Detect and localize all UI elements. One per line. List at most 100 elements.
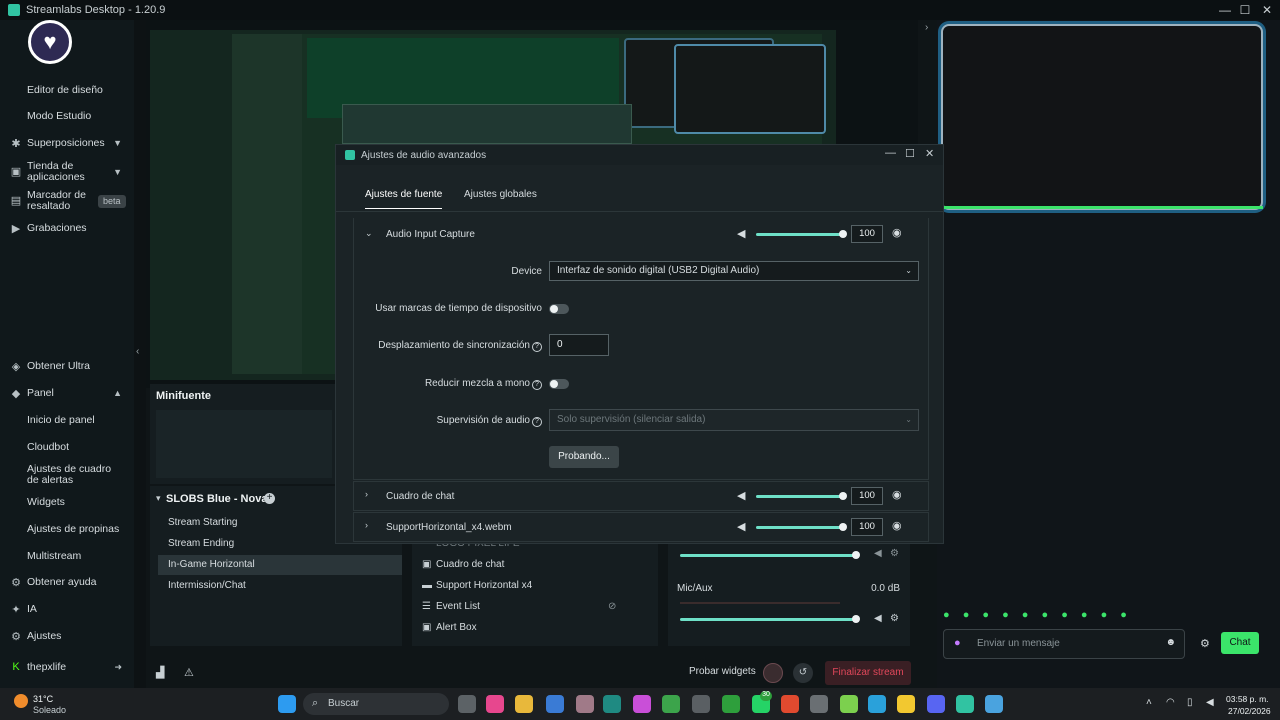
emote-bar[interactable]: ● ● ● ● ● ● ● ● ● ●	[943, 609, 1133, 623]
scene-item-active[interactable]: In-Game Horizontal	[158, 555, 402, 575]
replay-icon[interactable]: ↺	[793, 663, 813, 683]
help-icon[interactable]: ?	[532, 417, 542, 427]
app-icon[interactable]	[603, 695, 621, 713]
minimize-icon[interactable]: —	[1214, 0, 1236, 20]
task-view-icon[interactable]	[458, 695, 476, 713]
minimize-icon[interactable]: —	[885, 147, 896, 159]
xbox-icon[interactable]	[722, 695, 740, 713]
chrome-icon[interactable]	[662, 695, 680, 713]
discord-icon[interactable]	[927, 695, 945, 713]
mixer-slider-knob[interactable]	[852, 551, 860, 559]
sidebar-item-widgets[interactable]: Widgets	[0, 492, 134, 512]
windows-start-icon[interactable]	[278, 695, 296, 713]
weather-desc[interactable]: Soleado	[33, 705, 66, 715]
close-icon[interactable]: ✕	[1256, 0, 1278, 20]
gear-icon[interactable]: ⚙	[890, 548, 899, 559]
chevron-down-icon[interactable]: ⌄	[365, 228, 373, 239]
telegram-icon[interactable]	[868, 695, 886, 713]
weather-icon[interactable]	[14, 694, 28, 708]
sidebar-item-studio[interactable]: Modo Estudio	[0, 106, 134, 126]
copilot-icon[interactable]	[486, 695, 504, 713]
mixer-slider-track[interactable]	[680, 554, 856, 557]
volume-slider[interactable]	[756, 233, 842, 236]
sidebar-item-settings[interactable]: ⚙ Ajustes	[0, 626, 134, 646]
volume-input[interactable]: 100	[851, 487, 883, 505]
sidebar-item-highlighter[interactable]: ▤ Marcador de resaltado beta	[0, 189, 134, 213]
emoji-icon[interactable]: ☻	[1165, 637, 1176, 648]
sidebar-item-ultra[interactable]: ◈ Obtener Ultra	[0, 356, 134, 376]
eye-icon[interactable]: ◉	[892, 519, 902, 532]
store-icon[interactable]	[546, 695, 564, 713]
help-icon[interactable]: ?	[532, 342, 542, 352]
source-item[interactable]: ▬ Support Horizontal x4	[422, 576, 532, 596]
eye-icon[interactable]: ◉	[892, 226, 902, 239]
sidebar-item-help[interactable]: ⚙ Obtener ayuda	[0, 572, 134, 592]
sync-offset-input[interactable]: 0	[549, 334, 609, 356]
volume-slider-knob[interactable]	[839, 492, 847, 500]
chevron-down-icon[interactable]: ▾	[156, 493, 161, 504]
obs-icon[interactable]	[810, 695, 828, 713]
mixer-slider-track[interactable]	[680, 618, 856, 621]
maximize-icon[interactable]: ☐	[1234, 0, 1256, 20]
avatar-logo[interactable]: ♥	[28, 20, 72, 64]
volume-input[interactable]: 100	[851, 518, 883, 536]
maximize-icon[interactable]: ☐	[905, 147, 915, 160]
sidebar-item-multistream[interactable]: Multistream	[0, 546, 134, 566]
sidebar-item-dashboard-home[interactable]: Inicio de panel	[0, 410, 134, 430]
source-row[interactable]: › Cuadro de chat ◀ 100 ◉	[353, 481, 929, 511]
sidebar-item-panel[interactable]: ◆ Panel ▲	[0, 383, 134, 403]
hidden-eye-icon[interactable]: ⊘	[608, 601, 616, 612]
speaker-icon[interactable]: ◀	[737, 520, 745, 533]
mic-app-icon[interactable]	[576, 695, 594, 713]
volume-slider[interactable]	[756, 526, 842, 529]
sidebar-item-editor[interactable]: Editor de diseño	[0, 80, 134, 100]
scene-item[interactable]: Intermission/Chat	[158, 576, 402, 596]
chat-input[interactable]: ● Enviar un mensaje ☻	[943, 629, 1185, 659]
chevron-up-icon[interactable]: ˄	[1146, 697, 1152, 708]
warning-icon[interactable]: ⚠	[184, 666, 194, 679]
test-widgets-label[interactable]: Probar widgets	[689, 666, 756, 677]
phone-icon[interactable]: ▯	[1187, 697, 1193, 708]
logout-icon[interactable]: ➜	[114, 662, 122, 673]
add-scene-icon[interactable]: +	[264, 493, 275, 504]
mic-icon[interactable]: ●	[954, 637, 961, 649]
source-item[interactable]: ▣ Cuadro de chat	[422, 555, 504, 575]
file-explorer-icon[interactable]	[515, 695, 533, 713]
photos-icon[interactable]	[985, 695, 1003, 713]
timestamps-toggle[interactable]	[549, 304, 569, 314]
tab-source-settings[interactable]: Ajustes de fuente	[365, 189, 443, 209]
gear-icon[interactable]: ⚙	[1200, 637, 1210, 650]
source-item[interactable]: ▣ Alert Box	[422, 618, 477, 638]
paint-icon[interactable]	[633, 695, 651, 713]
help-icon[interactable]: ?	[532, 380, 542, 390]
volume-input[interactable]: 100	[851, 225, 883, 243]
sidebar-item-ai[interactable]: ✦ IA	[0, 599, 134, 619]
tab-global-settings[interactable]: Ajustes globales	[464, 189, 537, 200]
sidebar-item-cloudbot[interactable]: Cloudbot	[0, 437, 134, 457]
sidebar-item-overlays[interactable]: ✱ Superposiciones ▼	[0, 133, 134, 153]
chat-send-button[interactable]: Chat	[1221, 632, 1259, 654]
clock-date[interactable]: 27/02/2026	[1228, 706, 1271, 716]
sidebar-item-account[interactable]: Kthepxlife ➜	[0, 657, 134, 677]
android-icon[interactable]	[840, 695, 858, 713]
end-stream-button[interactable]: Finalizar stream	[825, 661, 911, 685]
mixer-slider-knob[interactable]	[852, 615, 860, 623]
record-button[interactable]	[763, 663, 783, 683]
device-select[interactable]: Interfaz de sonido digital (USB2 Digital…	[549, 261, 919, 281]
eye-icon[interactable]: ◉	[892, 488, 902, 501]
gear-icon[interactable]: ⚙	[890, 613, 899, 624]
clock-time[interactable]: 03:58 p. m.	[1226, 694, 1269, 704]
mono-toggle[interactable]	[549, 379, 569, 389]
brave-icon[interactable]	[781, 695, 799, 713]
speaker-icon[interactable]: ◀	[874, 613, 882, 624]
source-row[interactable]: › SupportHorizontal_x4.webm ◀ 100 ◉	[353, 512, 929, 542]
taskbar-search[interactable]: ⌕ Buscar	[303, 693, 449, 715]
close-icon[interactable]: ✕	[925, 147, 934, 160]
sidebar-item-app-store[interactable]: ▣ Tienda de aplicaciones ▼	[0, 160, 134, 184]
source-item[interactable]: ☰ Event List	[422, 597, 480, 617]
speaker-icon[interactable]: ◀	[737, 227, 745, 240]
stats-icon[interactable]: ▟	[156, 666, 164, 679]
monitoring-select[interactable]: Solo supervisión (silenciar salida) ⌄	[549, 409, 919, 431]
testing-button[interactable]: Probando...	[549, 446, 619, 468]
sticky-notes-icon[interactable]	[897, 695, 915, 713]
